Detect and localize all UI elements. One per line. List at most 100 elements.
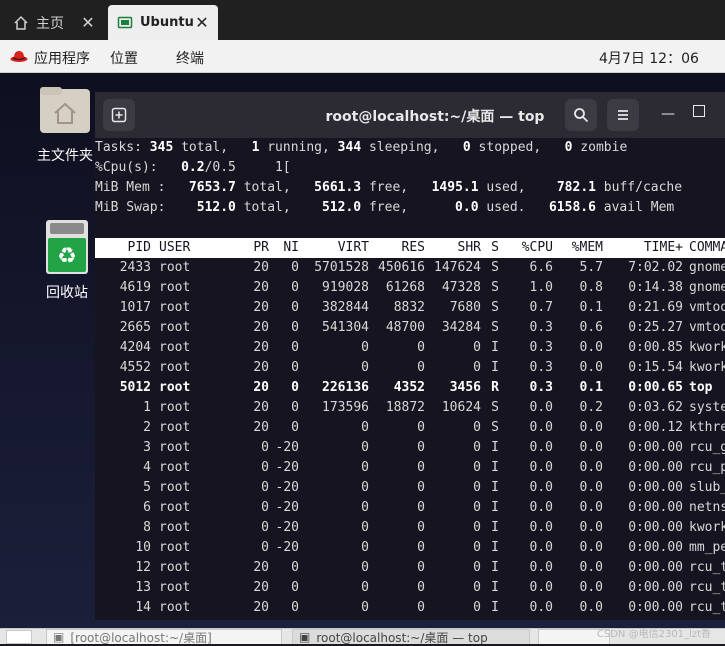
column-header-user: USER <box>159 240 191 255</box>
close-icon[interactable]: ✕ <box>194 13 210 32</box>
cell-user: root <box>159 440 191 455</box>
tab-home[interactable]: 主页 ✕ <box>4 5 104 40</box>
cell-pid: 12 <box>135 560 151 575</box>
cell-pr: 20 <box>253 600 269 615</box>
terminal-headerbar: root@localhost:~/桌面 — top — <box>95 92 725 138</box>
cell-ni: 0 <box>291 360 299 375</box>
cell-virt: 541304 <box>322 320 369 335</box>
minimize-icon[interactable]: — <box>661 106 675 122</box>
cell-ni: -20 <box>275 540 299 555</box>
taskbar-item-terminal-old[interactable]: ▣ [root@localhost:~/桌面] <box>46 629 282 645</box>
menu-button[interactable] <box>607 99 639 131</box>
cell-time: 0:00.65 <box>628 380 683 395</box>
cell-pr: 20 <box>253 420 269 435</box>
cell-pr: 20 <box>253 560 269 575</box>
cell-command: systemd <box>689 400 725 415</box>
cell-command: mm_percp <box>689 540 725 555</box>
cell-s: S <box>491 420 499 435</box>
cell-virt: 0 <box>361 520 369 535</box>
new-tab-button[interactable] <box>103 99 135 131</box>
cell-shr: 0 <box>473 420 481 435</box>
cell-shr: 7680 <box>449 300 481 315</box>
cell-time: 0:00.00 <box>628 520 683 535</box>
taskbar-item-terminal-top[interactable]: ▣ root@localhost:~/桌面 — top <box>292 629 530 645</box>
applications-menu[interactable]: 应用程序 <box>34 48 90 68</box>
cell-virt: 919028 <box>322 280 369 295</box>
close-icon[interactable]: ✕ <box>80 13 96 32</box>
cell-command: kworker/ <box>689 520 725 535</box>
show-desktop-button[interactable] <box>6 630 32 644</box>
cell-s: I <box>491 600 499 615</box>
cell-res: 0 <box>417 440 425 455</box>
cell-res: 8832 <box>393 300 425 315</box>
terminal-window[interactable]: root@localhost:~/桌面 — top — Tasks: 345 t… <box>95 92 725 620</box>
places-menu[interactable]: 位置 <box>110 48 138 68</box>
tab-ubuntu[interactable]: Ubuntu ✕ <box>108 5 218 40</box>
cell-command: vmtoolsd <box>689 300 725 315</box>
summary-line: %Cpu(s): 0.2/0.5 1[ <box>95 158 725 178</box>
cell-ni: 0 <box>291 400 299 415</box>
hamburger-menu-icon <box>618 110 628 120</box>
cell-cpu: 0.0 <box>529 480 553 495</box>
trash-label: 回收站 <box>46 285 88 301</box>
process-table: 2433 root 20 0 5701528 450616 147624 S 6.6 5.7 7:0… <box>95 258 725 618</box>
summary-value: 344 <box>337 140 362 155</box>
cell-res: 0 <box>417 460 425 475</box>
summary-label: zombie <box>572 140 628 155</box>
cell-user: root <box>159 460 191 475</box>
cell-ni: -20 <box>275 520 299 535</box>
cell-cpu: 6.6 <box>529 260 553 275</box>
top-panel: 应用程序 位置 终端 4月7日 12：06 <box>0 40 725 73</box>
cell-command: netns <box>689 500 725 515</box>
cell-pr: 0 <box>261 440 269 455</box>
terminal-content[interactable]: Tasks: 345 total, 1 running, 344 sleepin… <box>95 138 725 620</box>
process-table-header: PID USER PR NI VIRT RES SHR S %CPU %MEM TIME+ COMMA… <box>95 238 725 258</box>
home-folder-desktop-icon[interactable]: 主文件夹 <box>30 83 100 165</box>
table-row: 2root200000S0.00.00:00.12kthreadd <box>95 418 725 438</box>
summary-label: %Cpu(s): <box>95 160 182 175</box>
cell-virt: 382844 <box>322 300 369 315</box>
column-header-ni: NI <box>283 240 299 255</box>
home-icon <box>12 14 30 32</box>
summary-label: buff/cache <box>595 180 683 195</box>
table-row: 10root0-20000I0.00.00:00.00mm_percp <box>95 538 725 558</box>
summary-value: 512.0 <box>196 200 236 215</box>
cell-virt: 0 <box>361 500 369 515</box>
table-row: 12root200000I0.00.00:00.00rcu_task <box>95 558 725 578</box>
cell-user: root <box>159 520 191 535</box>
cell-cpu: 0.0 <box>529 540 553 555</box>
cell-user: root <box>159 300 191 315</box>
cell-cpu: 0.0 <box>529 400 553 415</box>
vm-icon <box>116 14 134 32</box>
cell-pid: 13 <box>135 580 151 595</box>
terminal-icon: ▣ <box>53 630 65 644</box>
cell-cpu: 0.3 <box>529 380 553 395</box>
cell-shr: 34284 <box>441 320 481 335</box>
cell-command: rcu_gp <box>689 440 725 455</box>
cell-user: root <box>159 600 191 615</box>
search-button[interactable] <box>565 99 597 131</box>
cell-command: kworker/ <box>689 360 725 375</box>
cell-res: 0 <box>417 560 425 575</box>
terminal-menu[interactable]: 终端 <box>176 48 204 68</box>
cell-virt: 0 <box>361 440 369 455</box>
cell-ni: 0 <box>291 300 299 315</box>
cell-shr: 0 <box>473 540 481 555</box>
cell-s: I <box>491 340 499 355</box>
maximize-icon[interactable] <box>693 105 705 117</box>
cell-shr: 10624 <box>441 400 481 415</box>
trash-desktop-icon[interactable]: ♻ 回收站 <box>32 220 102 302</box>
cell-command: gnome-te <box>689 280 725 295</box>
column-header-command: COMMAND <box>689 240 725 255</box>
cell-s: I <box>491 580 499 595</box>
cell-s: S <box>491 400 499 415</box>
summary-label: free, <box>361 180 432 195</box>
clock[interactable]: 4月7日 12：06 <box>599 48 699 68</box>
cell-pid: 1 <box>143 400 151 415</box>
cell-command: rcu_task <box>689 560 725 575</box>
summary-line: MiB Mem : 7653.7 total, 5661.3 free, 149… <box>95 178 725 198</box>
cell-res: 0 <box>417 500 425 515</box>
cell-cpu: 0.0 <box>529 520 553 535</box>
cell-s: I <box>491 500 499 515</box>
cell-s: I <box>491 440 499 455</box>
